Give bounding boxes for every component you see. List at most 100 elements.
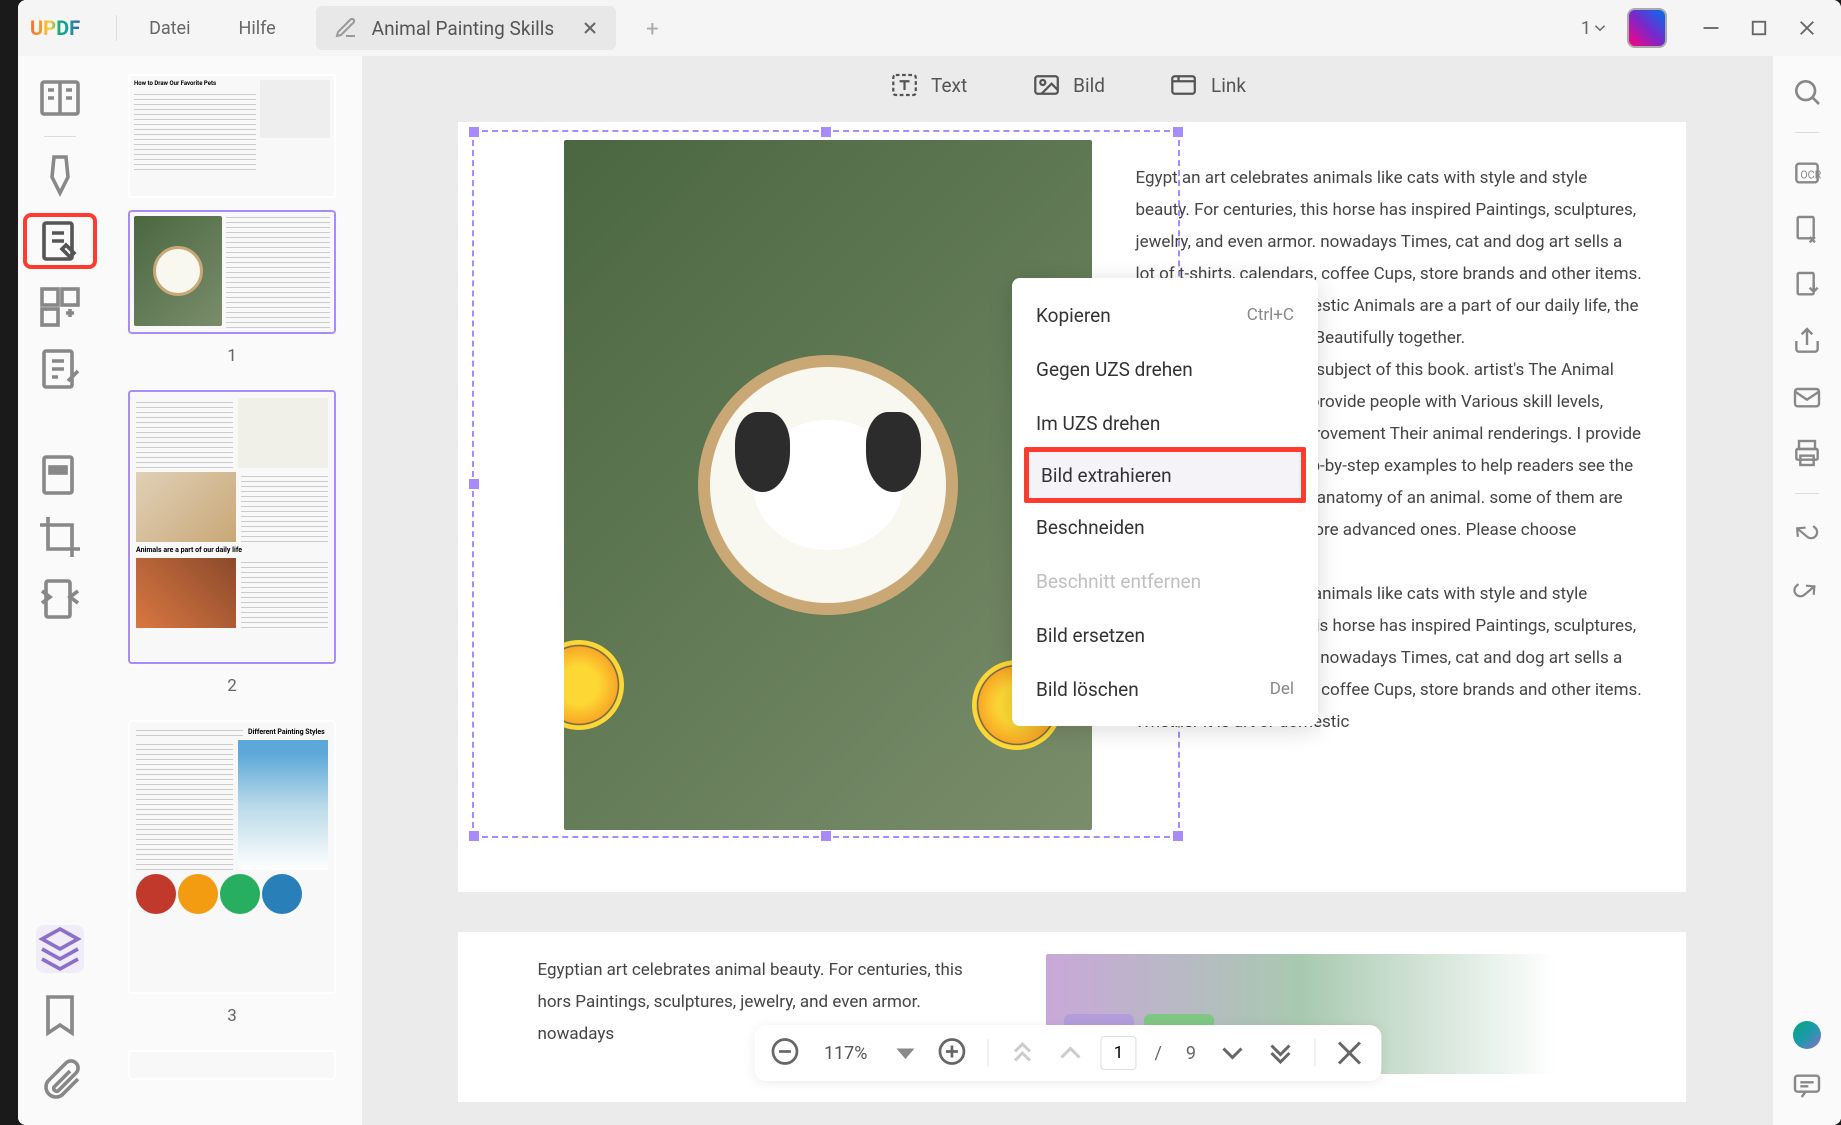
context-remove-crop: Beschnitt entfernen	[1012, 554, 1318, 608]
divider	[44, 136, 76, 137]
thumbnail-3[interactable]: Different Painting Styles	[128, 720, 336, 994]
view-toolbar: 117% / 9	[754, 1025, 1381, 1081]
first-page-button[interactable]	[1004, 1035, 1040, 1071]
user-avatar[interactable]	[1627, 8, 1667, 48]
thumbnail-label-1: 1	[112, 346, 352, 366]
page-number-input[interactable]	[1100, 1036, 1136, 1070]
link-tool-button[interactable]: Link	[1169, 70, 1246, 100]
organize-pages-button[interactable]	[36, 283, 84, 331]
minimize-button[interactable]	[1701, 18, 1721, 38]
ocr-button[interactable]: OCR	[1791, 157, 1823, 189]
page-total: 9	[1180, 1043, 1202, 1064]
app-window: UPDF Datei Hilfe Animal Painting Skills …	[18, 0, 1841, 1125]
resize-handle-tl[interactable]	[469, 127, 479, 137]
prev-page-button[interactable]	[1052, 1035, 1088, 1071]
image-tool-label: Bild	[1073, 74, 1105, 97]
document-viewport[interactable]: Text Bild Link	[362, 56, 1773, 1125]
page-separator: /	[1148, 1043, 1167, 1064]
resize-handle-bm[interactable]	[821, 831, 831, 841]
context-copy-shortcut: Ctrl+C	[1247, 305, 1294, 325]
context-copy-label: Kopieren	[1036, 304, 1111, 327]
highlight-tool-button[interactable]	[36, 151, 84, 199]
resize-handle-ml[interactable]	[469, 479, 479, 489]
context-copy[interactable]: Kopieren Ctrl+C	[1012, 288, 1318, 342]
resize-handle-br[interactable]	[1173, 831, 1183, 841]
context-crop[interactable]: Beschneiden	[1012, 500, 1318, 554]
edit-icon	[334, 16, 358, 40]
context-rotate-cw[interactable]: Im UZS drehen	[1012, 396, 1318, 450]
svg-text:OCR: OCR	[1800, 168, 1821, 181]
zoom-out-button[interactable]	[768, 1035, 804, 1071]
ai-assistant-button[interactable]	[1793, 1021, 1821, 1049]
bookmark-button[interactable]	[36, 991, 84, 1039]
menu-help[interactable]: Hilfe	[214, 18, 299, 39]
context-rotate-ccw-label: Gegen UZS drehen	[1036, 358, 1193, 381]
thumb-3-heading: Different Painting Styles	[248, 728, 328, 736]
context-delete-shortcut: Del	[1270, 679, 1294, 699]
image-tool-button[interactable]: Bild	[1031, 70, 1105, 100]
image-context-menu: Kopieren Ctrl+C Gegen UZS drehen Im UZS …	[1012, 278, 1318, 726]
zoom-in-button[interactable]	[935, 1035, 971, 1071]
edit-mode-toolbar: Text Bild Link	[889, 70, 1246, 100]
close-toolbar-button[interactable]	[1331, 1035, 1367, 1071]
zoom-level: 117%	[816, 1043, 876, 1064]
right-tool-rail: OCR	[1773, 56, 1841, 1125]
crop-tool-button[interactable]	[36, 513, 84, 561]
context-rotate-ccw[interactable]: Gegen UZS drehen	[1012, 342, 1318, 396]
menu-file[interactable]: Datei	[125, 18, 214, 39]
reader-mode-button[interactable]	[36, 74, 84, 122]
context-replace-image[interactable]: Bild ersetzen	[1012, 608, 1318, 662]
text-tool-button[interactable]: Text	[889, 70, 967, 100]
last-page-button[interactable]	[1262, 1035, 1298, 1071]
layers-button[interactable]	[36, 925, 84, 973]
left-tool-rail	[18, 56, 102, 1125]
next-page-button[interactable]	[1214, 1035, 1250, 1071]
compress-button[interactable]	[36, 575, 84, 623]
form-tool-button[interactable]	[36, 345, 84, 393]
resize-handle-tm[interactable]	[821, 127, 831, 137]
print-button[interactable]	[1791, 437, 1823, 469]
maximize-button[interactable]	[1749, 18, 1769, 38]
window-count-value: 1	[1581, 18, 1591, 39]
context-extract-label: Bild extrahieren	[1041, 464, 1172, 487]
comments-button[interactable]	[1791, 1069, 1823, 1101]
share-button[interactable]	[1791, 325, 1823, 357]
thumbnail-4[interactable]	[128, 1050, 336, 1080]
convert-button[interactable]	[1791, 213, 1823, 245]
thumbnail-label-3: 3	[112, 1006, 352, 1026]
redo-button[interactable]	[1791, 574, 1823, 606]
window-count-dropdown[interactable]: 1	[1581, 18, 1609, 39]
resize-handle-bl[interactable]	[469, 831, 479, 841]
text-tool-label: Text	[931, 74, 967, 97]
search-button[interactable]	[1791, 76, 1823, 108]
edit-pdf-button[interactable]	[23, 213, 97, 269]
thumb-1-heading: How to Draw Our Favorite Pets	[134, 80, 256, 87]
redact-tool-button[interactable]	[36, 451, 84, 499]
tab-add-icon[interactable]: +	[646, 17, 668, 39]
thumbnail-2[interactable]: Animals are a part of our daily life	[128, 390, 336, 664]
email-button[interactable]	[1791, 381, 1823, 413]
save-button[interactable]	[1791, 269, 1823, 301]
resize-handle-tr[interactable]	[1173, 127, 1183, 137]
context-crop-label: Beschneiden	[1036, 516, 1145, 539]
undo-button[interactable]	[1791, 518, 1823, 550]
context-extract-image[interactable]: Bild extrahieren	[1024, 447, 1306, 503]
titlebar: UPDF Datei Hilfe Animal Painting Skills …	[18, 0, 1841, 56]
zoom-dropdown[interactable]	[887, 1035, 923, 1071]
attachment-button[interactable]	[36, 1057, 84, 1105]
main-area: How to Draw Our Favorite Pets 1 Animals …	[18, 56, 1841, 1125]
image-icon	[1031, 70, 1061, 100]
app-logo: UPDF	[30, 16, 80, 40]
divider	[116, 15, 117, 41]
thumbnail-1[interactable]: How to Draw Our Favorite Pets	[128, 74, 336, 198]
context-remove-crop-label: Beschnitt entfernen	[1036, 570, 1201, 593]
tab-close-icon[interactable]	[582, 20, 598, 36]
thumbnail-label-2: 2	[112, 676, 352, 696]
document-tab[interactable]: Animal Painting Skills	[316, 6, 616, 50]
tab-title: Animal Painting Skills	[372, 17, 554, 40]
thumbnails-panel: How to Draw Our Favorite Pets 1 Animals …	[102, 56, 362, 1125]
context-delete-image[interactable]: Bild löschen Del	[1012, 662, 1318, 716]
chevron-down-icon	[1591, 19, 1609, 37]
close-button[interactable]	[1797, 18, 1817, 38]
thumbnail-1b[interactable]	[128, 210, 336, 334]
